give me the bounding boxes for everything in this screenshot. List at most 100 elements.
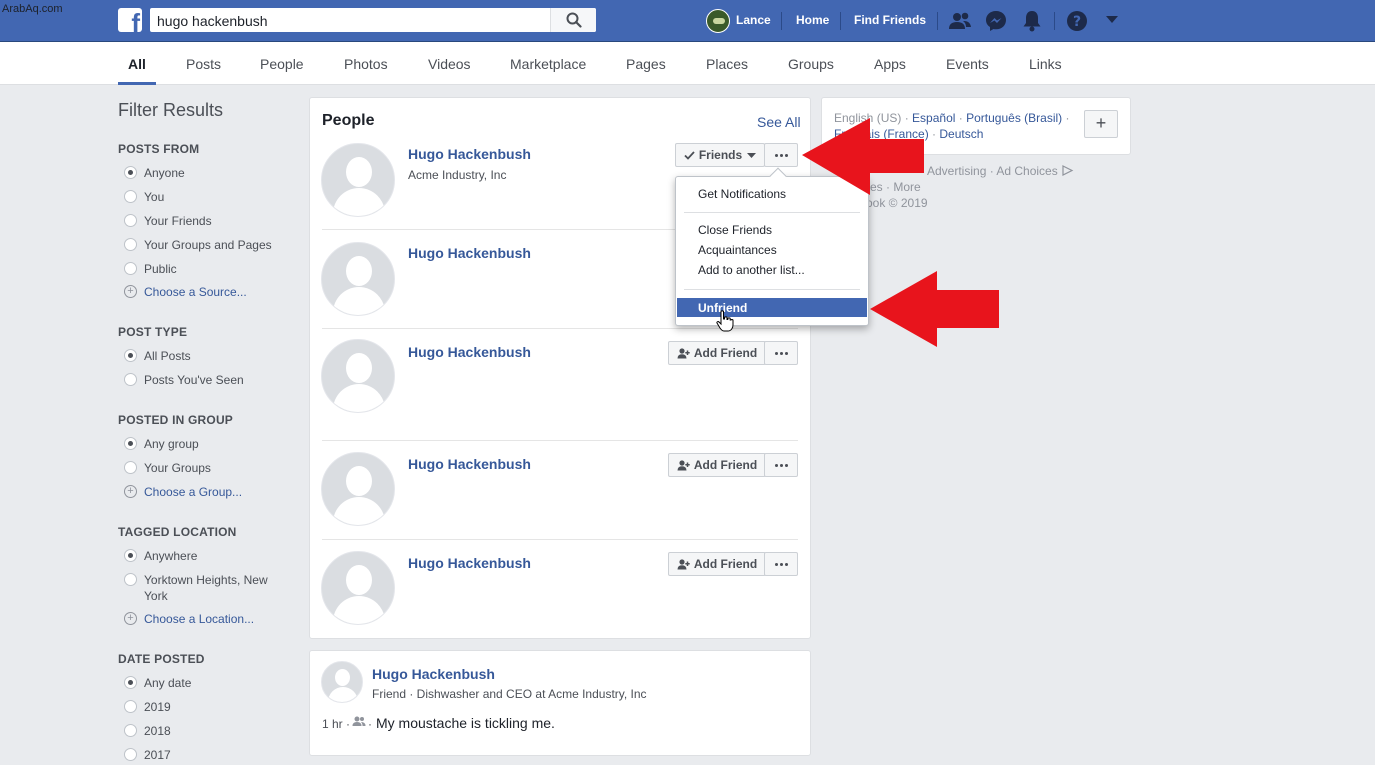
filter-option-label[interactable]: 2017	[144, 748, 171, 762]
filter-option-label[interactable]: Posts You've Seen	[144, 373, 244, 387]
post-author-link[interactable]: Hugo Hackenbush	[372, 666, 495, 682]
avatar[interactable]	[321, 661, 363, 703]
search-box[interactable]: hugo hackenbush	[150, 8, 596, 32]
person-name-link[interactable]: Hugo Hackenbush	[408, 245, 531, 261]
radio-2017[interactable]	[124, 748, 137, 761]
more-options-button[interactable]	[764, 552, 798, 576]
tab-pages[interactable]: Pages	[626, 56, 666, 72]
add-friend-label: Add Friend	[693, 346, 758, 360]
menu-item-unfriend[interactable]: Unfriend	[677, 298, 867, 317]
radio-yorktown-heights[interactable]	[124, 573, 137, 586]
friend-requests-icon[interactable]	[948, 10, 972, 32]
tab-places[interactable]: Places	[706, 56, 748, 72]
radio-anywhere[interactable]	[124, 549, 137, 562]
radio-2019[interactable]	[124, 700, 137, 713]
tab-links[interactable]: Links	[1029, 56, 1062, 72]
filter-option-label[interactable]: Your Groups	[144, 461, 211, 475]
result-divider	[322, 539, 798, 540]
filter-option-label[interactable]: You	[144, 190, 164, 204]
filter-option-label[interactable]: Your Friends	[144, 214, 212, 228]
add-friend-button[interactable]: Add Friend	[668, 552, 766, 576]
footer-links-advertising[interactable]: Advertising · Ad Choices	[927, 164, 1058, 178]
radio-your-groups[interactable]	[124, 461, 137, 474]
add-friend-button[interactable]: Add Friend	[668, 341, 766, 365]
choose-location-link[interactable]: Choose a Location...	[144, 612, 254, 626]
filter-option-label-continued[interactable]: York	[144, 589, 168, 603]
find-friends-link[interactable]: Find Friends	[854, 13, 926, 27]
menu-item-get-notifications[interactable]: Get Notifications	[698, 187, 786, 201]
tab-photos[interactable]: Photos	[344, 56, 388, 72]
menu-item-add-to-another-list[interactable]: Add to another list...	[698, 263, 805, 277]
add-friend-icon	[677, 347, 690, 358]
search-button[interactable]	[550, 8, 596, 32]
filter-option-label[interactable]: Your Groups and Pages	[144, 238, 272, 252]
result-divider	[322, 440, 798, 441]
person-name-link[interactable]: Hugo Hackenbush	[408, 555, 531, 571]
search-filter-tabs: All Posts People Photos Videos Marketpla…	[0, 42, 1375, 85]
nav-divider	[937, 12, 938, 30]
account-menu-chevron-down-icon[interactable]	[1106, 16, 1118, 24]
post-timestamp[interactable]: 1 hr ·	[322, 717, 350, 731]
radio-your-friends[interactable]	[124, 214, 137, 227]
tab-groups[interactable]: Groups	[788, 56, 834, 72]
more-options-button[interactable]	[764, 143, 798, 167]
ad-choices-icon[interactable]	[1062, 165, 1074, 176]
messenger-icon[interactable]	[985, 10, 1007, 32]
filter-option-label[interactable]: All Posts	[144, 349, 191, 363]
filter-option-label[interactable]: Anywhere	[144, 549, 197, 563]
choose-group-link[interactable]: Choose a Group...	[144, 485, 242, 499]
radio-all-posts[interactable]	[124, 349, 137, 362]
radio-2018[interactable]	[124, 724, 137, 737]
see-all-link[interactable]: See All	[757, 114, 801, 130]
avatar[interactable]	[321, 242, 395, 316]
search-input[interactable]: hugo hackenbush	[157, 13, 268, 29]
filter-option-label[interactable]: Anyone	[144, 166, 185, 180]
tab-all[interactable]: All	[128, 56, 146, 72]
home-link[interactable]: Home	[796, 13, 829, 27]
filter-option-label[interactable]: 2019	[144, 700, 171, 714]
notifications-bell-icon[interactable]	[1022, 10, 1042, 32]
more-options-button[interactable]	[764, 341, 798, 365]
posted-in-group-heading: POSTED IN GROUP	[118, 413, 234, 427]
language-deutsch[interactable]: Deutsch	[939, 127, 983, 141]
tab-apps[interactable]: Apps	[874, 56, 906, 72]
profile-link[interactable]	[706, 7, 730, 35]
avatar[interactable]	[321, 339, 395, 413]
radio-your-groups-and-pages[interactable]	[124, 238, 137, 251]
person-name-link[interactable]: Hugo Hackenbush	[408, 344, 531, 360]
friends-button[interactable]: Friends	[675, 143, 765, 167]
choose-source-link[interactable]: Choose a Source...	[144, 285, 247, 299]
menu-item-acquaintances[interactable]: Acquaintances	[698, 243, 777, 257]
language-portugues-brasil[interactable]: Português (Brasil)	[966, 111, 1062, 125]
filter-option-label[interactable]: Public	[144, 262, 177, 276]
more-options-button[interactable]	[764, 453, 798, 477]
add-friend-button[interactable]: Add Friend	[668, 453, 766, 477]
radio-posts-youve-seen[interactable]	[124, 373, 137, 386]
radio-you[interactable]	[124, 190, 137, 203]
tab-people[interactable]: People	[260, 56, 304, 72]
filter-option-label[interactable]: 2018	[144, 724, 171, 738]
filter-option-label[interactable]: Any group	[144, 437, 199, 451]
tab-events[interactable]: Events	[946, 56, 989, 72]
radio-any-group[interactable]	[124, 437, 137, 450]
tab-marketplace[interactable]: Marketplace	[510, 56, 586, 72]
avatar[interactable]	[321, 452, 395, 526]
person-name-link[interactable]: Hugo Hackenbush	[408, 146, 531, 162]
friends-audience-icon[interactable]	[352, 716, 366, 727]
profile-name-link[interactable]: Lance	[736, 13, 771, 27]
more-languages-button[interactable]: +	[1084, 110, 1118, 138]
tab-posts[interactable]: Posts	[186, 56, 221, 72]
annotation-arrow-left-icon	[802, 118, 924, 195]
radio-anyone[interactable]	[124, 166, 137, 179]
menu-item-close-friends[interactable]: Close Friends	[698, 223, 772, 237]
help-icon[interactable]: ?	[1066, 10, 1088, 32]
filter-option-label[interactable]: Yorktown Heights, New	[144, 573, 268, 587]
facebook-logo-icon[interactable]: f	[118, 8, 142, 32]
radio-any-date[interactable]	[124, 676, 137, 689]
person-name-link[interactable]: Hugo Hackenbush	[408, 456, 531, 472]
radio-public[interactable]	[124, 262, 137, 275]
avatar[interactable]	[321, 143, 395, 217]
filter-option-label[interactable]: Any date	[144, 676, 191, 690]
tab-videos[interactable]: Videos	[428, 56, 471, 72]
avatar[interactable]	[321, 551, 395, 625]
